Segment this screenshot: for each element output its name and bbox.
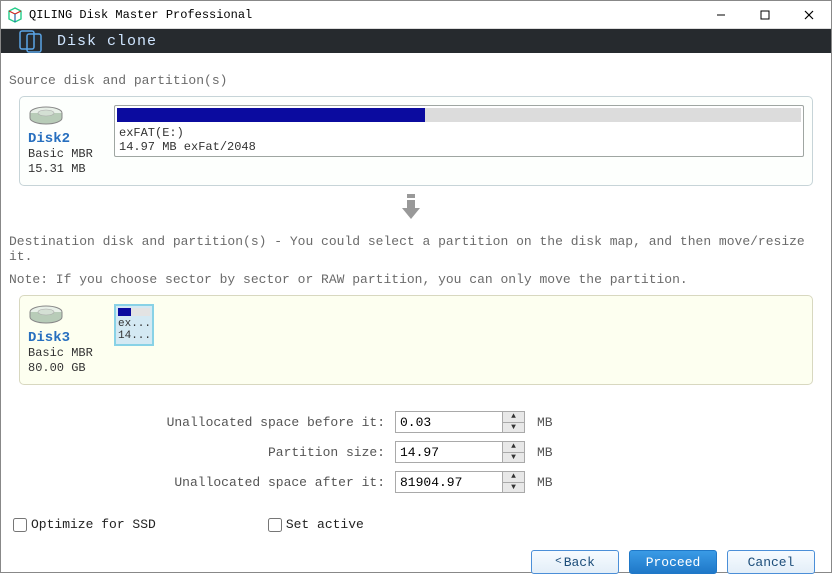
size-down[interactable]: ▼: [503, 453, 524, 463]
source-partition-used-bar: [117, 108, 425, 122]
page-title: Disk clone: [57, 33, 157, 50]
destination-tile-line1: ex...: [118, 318, 150, 330]
arrow-down-icon: [9, 194, 813, 224]
set-active-label: Set active: [286, 517, 364, 532]
hard-disk-icon: [28, 105, 64, 129]
source-disk-size: 15.31 MB: [28, 162, 86, 177]
source-partition-detail: 14.97 MB exFat/2048: [117, 140, 801, 154]
destination-disk-size: 80.00 GB: [28, 361, 86, 376]
destination-disk-name: Disk3: [28, 330, 70, 346]
proceed-button-label: Proceed: [646, 555, 701, 570]
source-section-label: Source disk and partition(s): [9, 73, 813, 88]
source-partition-label: exFAT(E:): [117, 126, 801, 140]
set-active-input[interactable]: [268, 518, 282, 532]
before-spinner[interactable]: ▲ ▼: [395, 411, 525, 433]
size-unit: MB: [537, 445, 553, 460]
optimize-ssd-checkbox[interactable]: Optimize for SSD: [13, 517, 156, 532]
window-title: QILING Disk Master Professional: [29, 8, 252, 22]
size-up[interactable]: ▲: [503, 442, 524, 453]
before-label: Unallocated space before it:: [9, 415, 389, 430]
before-up[interactable]: ▲: [503, 412, 524, 423]
source-partition[interactable]: exFAT(E:) 14.97 MB exFat/2048: [114, 105, 804, 157]
resize-controls: Unallocated space before it: ▲ ▼ MB Part…: [9, 409, 813, 495]
proceed-button[interactable]: Proceed: [629, 550, 717, 574]
title-bar: QILING Disk Master Professional: [1, 1, 831, 29]
source-disk-box[interactable]: Disk2 Basic MBR 15.31 MB exFAT(E:) 14.97…: [19, 96, 813, 186]
before-input[interactable]: [396, 412, 502, 432]
back-button[interactable]: < Back: [531, 550, 619, 574]
chevron-left-icon: <: [555, 556, 562, 568]
after-spinner[interactable]: ▲ ▼: [395, 471, 525, 493]
destination-tile-line2: 14...: [118, 330, 150, 342]
cancel-button[interactable]: Cancel: [727, 550, 815, 574]
page-header: Disk clone: [1, 29, 831, 53]
destination-note: Note: If you choose sector by sector or …: [9, 272, 813, 287]
hard-disk-icon: [28, 304, 64, 328]
after-down[interactable]: ▼: [503, 483, 524, 493]
after-unit: MB: [537, 475, 553, 490]
close-button[interactable]: [787, 1, 831, 29]
after-up[interactable]: ▲: [503, 472, 524, 483]
main-content: Source disk and partition(s) Disk2 Basic…: [1, 53, 831, 540]
maximize-button[interactable]: [743, 1, 787, 29]
optimize-ssd-input[interactable]: [13, 518, 27, 532]
before-down[interactable]: ▼: [503, 423, 524, 433]
minimize-button[interactable]: [699, 1, 743, 29]
size-spinner[interactable]: ▲ ▼: [395, 441, 525, 463]
destination-section-label: Destination disk and partition(s) - You …: [9, 234, 813, 264]
after-input[interactable]: [396, 472, 502, 492]
back-button-label: Back: [564, 555, 595, 570]
after-label: Unallocated space after it:: [9, 475, 389, 490]
optimize-ssd-label: Optimize for SSD: [31, 517, 156, 532]
cancel-button-label: Cancel: [748, 555, 795, 570]
size-input[interactable]: [396, 442, 502, 462]
destination-disk-box[interactable]: Disk3 Basic MBR 80.00 GB ex... 14...: [19, 295, 813, 385]
source-disk-name: Disk2: [28, 131, 70, 147]
app-icon: [7, 7, 23, 23]
source-disk-type: Basic MBR: [28, 147, 93, 162]
destination-partition-tile[interactable]: ex... 14...: [114, 304, 154, 346]
disk-clone-icon: [19, 29, 43, 53]
before-unit: MB: [537, 415, 553, 430]
set-active-checkbox[interactable]: Set active: [268, 517, 364, 532]
size-label: Partition size:: [9, 445, 389, 460]
destination-disk-type: Basic MBR: [28, 346, 93, 361]
action-buttons: < Back Proceed Cancel: [1, 540, 831, 588]
